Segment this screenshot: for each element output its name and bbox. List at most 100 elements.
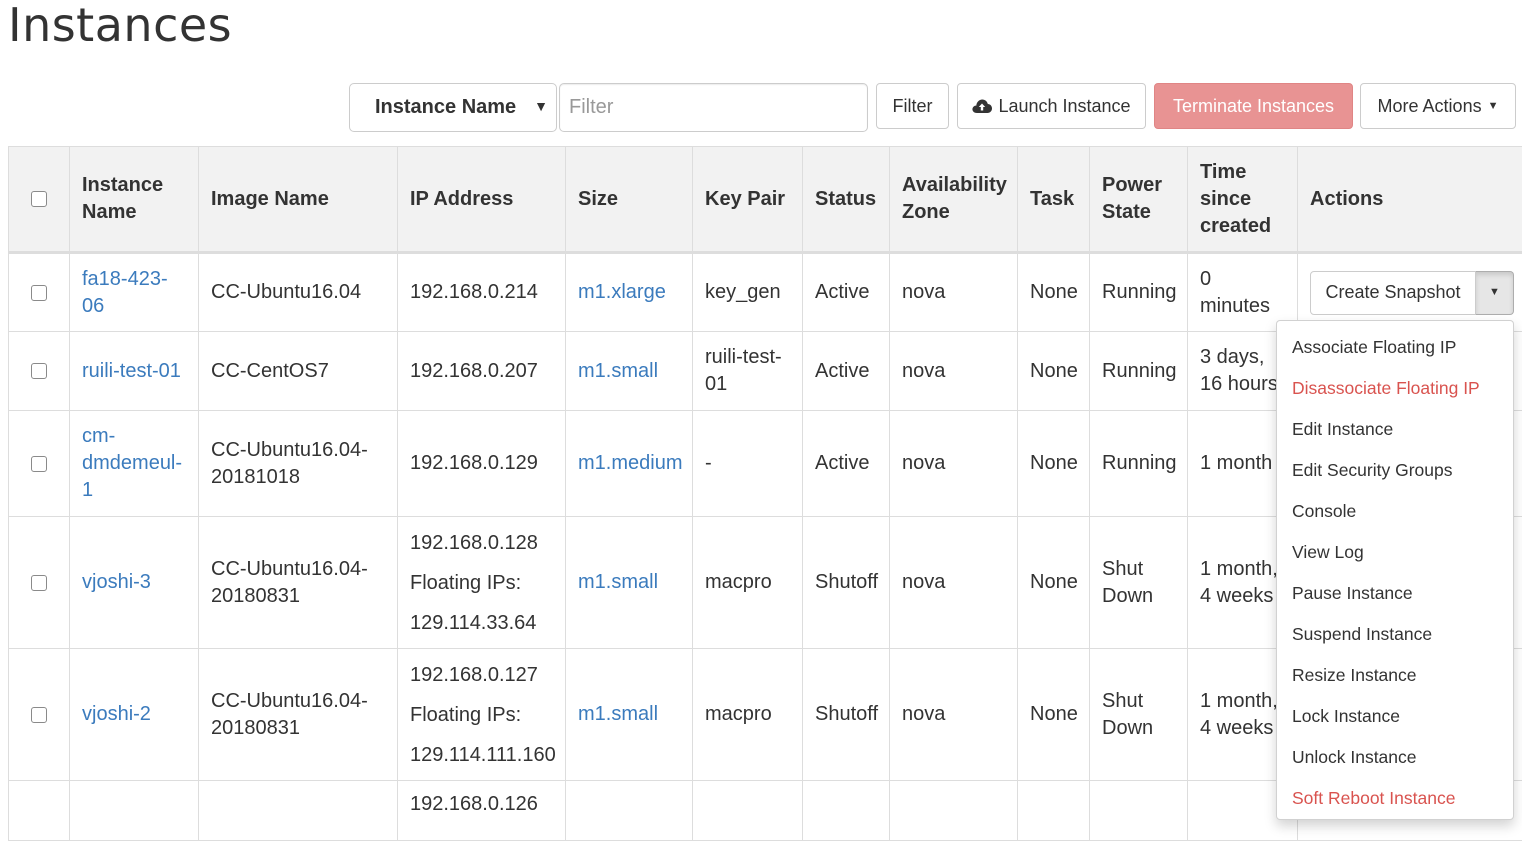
image-name-cell: CC-Ubuntu16.04-20181018 bbox=[199, 411, 398, 517]
status-cell bbox=[803, 781, 890, 841]
status-cell: Active bbox=[803, 411, 890, 517]
availability-zone-cell: nova bbox=[890, 253, 1018, 332]
filter-button[interactable]: Filter bbox=[876, 83, 949, 129]
task-cell: None bbox=[1018, 253, 1090, 332]
ip-address-cell: 192.168.0.127 Floating IPs: 129.114.111.… bbox=[398, 649, 566, 781]
size-cell: m1.small bbox=[566, 332, 693, 411]
menu-item-disassociate-floating-ip[interactable]: Disassociate Floating IP bbox=[1277, 368, 1513, 409]
key-pair-cell bbox=[693, 781, 803, 841]
menu-item-view-log[interactable]: View Log bbox=[1277, 532, 1513, 573]
size-cell: m1.small bbox=[566, 649, 693, 781]
filter-input[interactable] bbox=[559, 83, 868, 132]
instance-name-cell: ruili-test-01 bbox=[70, 332, 199, 411]
task-cell: None bbox=[1018, 332, 1090, 411]
task-cell: None bbox=[1018, 411, 1090, 517]
menu-item-lock-instance[interactable]: Lock Instance bbox=[1277, 696, 1513, 737]
row-select-cell bbox=[9, 253, 70, 332]
filter-field-select[interactable]: Instance Name ▼ bbox=[349, 83, 557, 132]
menu-item-console[interactable]: Console bbox=[1277, 491, 1513, 532]
column-header[interactable]: Task bbox=[1018, 147, 1090, 253]
row-checkbox[interactable] bbox=[31, 285, 47, 301]
menu-item-associate-floating-ip[interactable]: Associate Floating IP bbox=[1277, 327, 1513, 368]
task-cell: None bbox=[1018, 649, 1090, 781]
row-select-cell bbox=[9, 517, 70, 649]
size-link[interactable]: m1.xlarge bbox=[578, 281, 666, 303]
cloud-upload-icon bbox=[972, 98, 992, 114]
row-actions-toggle[interactable]: ▼ bbox=[1476, 271, 1514, 315]
size-link[interactable]: m1.medium bbox=[578, 452, 682, 474]
status-cell: Shutoff bbox=[803, 517, 890, 649]
column-header[interactable]: IP Address bbox=[398, 147, 566, 253]
instance-name-link[interactable]: ruili-test-01 bbox=[82, 360, 181, 382]
task-cell: None bbox=[1018, 517, 1090, 649]
create-snapshot-button[interactable]: Create Snapshot bbox=[1310, 271, 1476, 315]
row-select-cell bbox=[9, 649, 70, 781]
column-header: Actions bbox=[1298, 147, 1522, 253]
instance-name-link[interactable]: cm-dmdemeul-1 bbox=[82, 425, 182, 501]
menu-item-edit-instance[interactable]: Edit Instance bbox=[1277, 409, 1513, 450]
availability-zone-cell: nova bbox=[890, 517, 1018, 649]
ip-address: 192.168.0.128 bbox=[410, 523, 553, 563]
column-header[interactable]: Power State bbox=[1090, 147, 1188, 253]
ip-address-cell: 192.168.0.207 bbox=[398, 332, 566, 411]
launch-instance-button[interactable]: Launch Instance bbox=[957, 83, 1146, 129]
more-actions-button[interactable]: More Actions ▼ bbox=[1360, 83, 1516, 129]
power-state-cell: Shut Down bbox=[1090, 517, 1188, 649]
key-pair-cell: - bbox=[693, 411, 803, 517]
ip-address: 192.168.0.127 bbox=[410, 655, 553, 695]
power-state-cell: Running bbox=[1090, 253, 1188, 332]
row-checkbox[interactable] bbox=[31, 363, 47, 379]
floating-ip: 129.114.111.160 bbox=[410, 735, 553, 775]
menu-item-resize-instance[interactable]: Resize Instance bbox=[1277, 655, 1513, 696]
caret-down-icon: ▼ bbox=[1488, 100, 1499, 112]
instance-name-cell: fa18-423-06 bbox=[70, 253, 199, 332]
menu-item-suspend-instance[interactable]: Suspend Instance bbox=[1277, 614, 1513, 655]
size-link[interactable]: m1.small bbox=[578, 571, 658, 593]
instance-name-cell: vjoshi-3 bbox=[70, 517, 199, 649]
image-name-cell: CC-Ubuntu16.04-20180831 bbox=[199, 649, 398, 781]
row-select-cell bbox=[9, 411, 70, 517]
task-cell bbox=[1018, 781, 1090, 841]
select-all-checkbox[interactable] bbox=[31, 191, 47, 207]
more-actions-label: More Actions bbox=[1378, 96, 1482, 117]
row-checkbox[interactable] bbox=[31, 707, 47, 723]
column-header[interactable]: Size bbox=[566, 147, 693, 253]
status-cell: Active bbox=[803, 332, 890, 411]
menu-item-unlock-instance[interactable]: Unlock Instance bbox=[1277, 737, 1513, 778]
instance-name-link[interactable]: vjoshi-2 bbox=[82, 703, 151, 725]
table-header-row: Instance Name Image Name IP Address Size… bbox=[9, 147, 1522, 253]
ip-address-cell: 192.168.0.128 Floating IPs: 129.114.33.6… bbox=[398, 517, 566, 649]
launch-instance-label: Launch Instance bbox=[998, 96, 1130, 117]
caret-down-icon: ▼ bbox=[1489, 279, 1500, 306]
size-cell: m1.medium bbox=[566, 411, 693, 517]
ip-address-cell: 192.168.0.129 bbox=[398, 411, 566, 517]
ip-address-cell: 192.168.0.126 bbox=[398, 781, 566, 841]
power-state-cell bbox=[1090, 781, 1188, 841]
column-header[interactable]: Time since created bbox=[1188, 147, 1298, 253]
column-header[interactable]: Availability Zone bbox=[890, 147, 1018, 253]
column-header[interactable]: Image Name bbox=[199, 147, 398, 253]
image-name-cell: CC-CentOS7 bbox=[199, 332, 398, 411]
menu-item-pause-instance[interactable]: Pause Instance bbox=[1277, 573, 1513, 614]
instance-name-link[interactable]: fa18-423-06 bbox=[82, 268, 168, 317]
column-header[interactable]: Key Pair bbox=[693, 147, 803, 253]
row-checkbox[interactable] bbox=[31, 575, 47, 591]
ip-address-cell: 192.168.0.214 bbox=[398, 253, 566, 332]
instance-name-link[interactable]: vjoshi-3 bbox=[82, 571, 151, 593]
power-state-cell: Running bbox=[1090, 411, 1188, 517]
key-pair-cell: ruili-test-01 bbox=[693, 332, 803, 411]
size-link[interactable]: m1.small bbox=[578, 360, 658, 382]
availability-zone-cell: nova bbox=[890, 332, 1018, 411]
availability-zone-cell: nova bbox=[890, 411, 1018, 517]
size-link[interactable]: m1.small bbox=[578, 703, 658, 725]
power-state-cell: Shut Down bbox=[1090, 649, 1188, 781]
terminate-instances-button[interactable]: Terminate Instances bbox=[1154, 83, 1353, 129]
column-header[interactable]: Status bbox=[803, 147, 890, 253]
column-header[interactable]: Instance Name bbox=[70, 147, 199, 253]
size-cell: m1.xlarge bbox=[566, 253, 693, 332]
row-checkbox[interactable] bbox=[31, 456, 47, 472]
size-cell: m1.small bbox=[566, 517, 693, 649]
key-pair-cell: key_gen bbox=[693, 253, 803, 332]
menu-item-soft-reboot-instance[interactable]: Soft Reboot Instance bbox=[1277, 778, 1513, 819]
menu-item-edit-security-groups[interactable]: Edit Security Groups bbox=[1277, 450, 1513, 491]
